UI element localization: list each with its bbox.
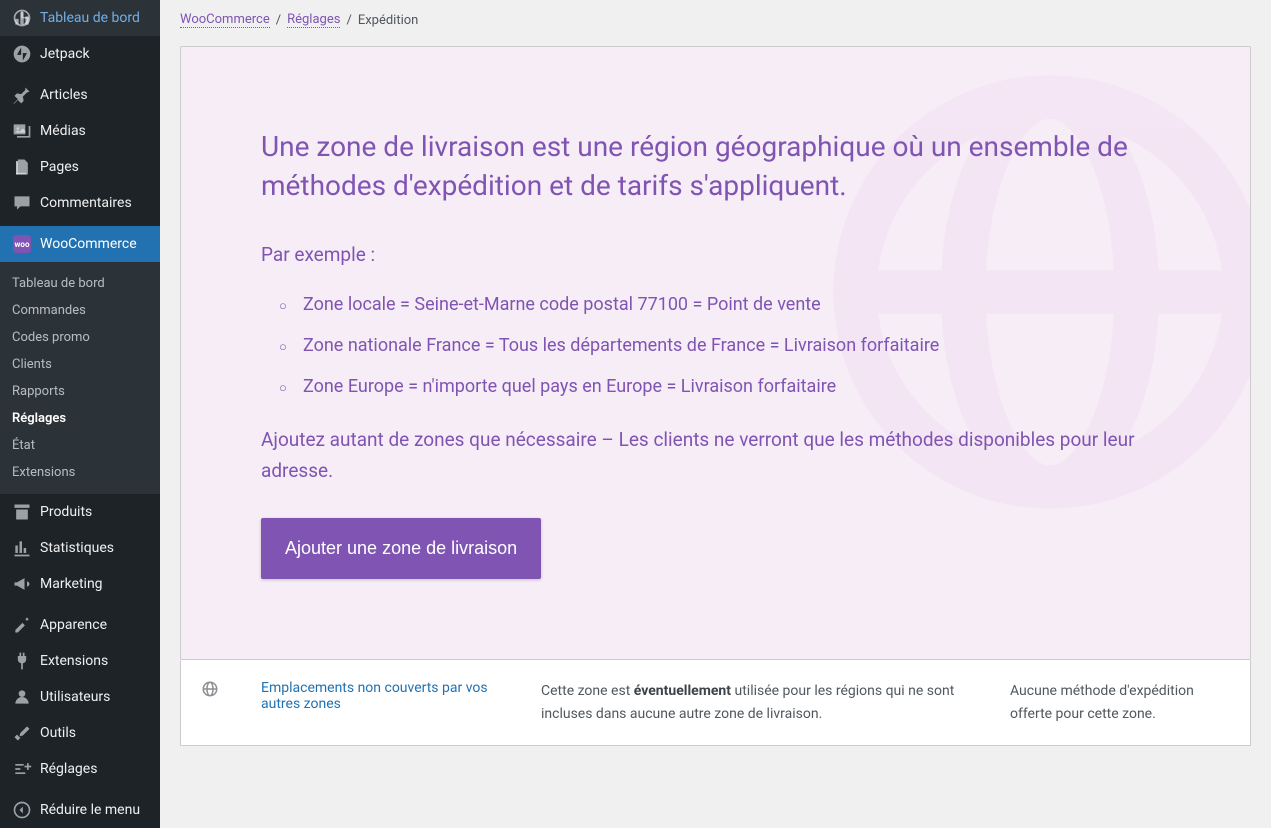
dashboard-icon — [12, 8, 32, 28]
submenu-item-dashboard[interactable]: Tableau de bord — [0, 270, 160, 297]
sidebar-label: Pages — [40, 159, 79, 175]
submenu-item-coupons[interactable]: Codes promo — [0, 324, 160, 351]
sidebar-item-users[interactable]: Utilisateurs — [0, 679, 160, 715]
sidebar-label: Jetpack — [40, 46, 90, 62]
info-example-label: Par exemple : — [261, 243, 1141, 266]
sidebar-item-dashboard[interactable]: Tableau de bord — [0, 0, 160, 36]
sidebar-item-settings[interactable]: Réglages — [0, 751, 160, 787]
shipping-info-card: Une zone de livraison est une région géo… — [180, 46, 1251, 660]
stats-icon — [12, 538, 32, 558]
sidebar-label: Statistiques — [40, 540, 114, 556]
megaphone-icon — [12, 574, 32, 594]
add-shipping-zone-button[interactable]: Ajouter une zone de livraison — [261, 518, 541, 579]
globe-icon — [201, 680, 221, 702]
woo-icon: woo — [12, 234, 32, 254]
comments-icon — [12, 193, 32, 213]
main-content: WooCommerce / Réglages / Expédition Une … — [160, 0, 1271, 828]
sidebar-item-marketing[interactable]: Marketing — [0, 566, 160, 602]
sidebar-label: Produits — [40, 504, 92, 520]
info-example-item: Zone Europe = n'importe quel pays en Eur… — [279, 376, 1141, 397]
info-paragraph: Ajoutez autant de zones que nécessaire –… — [261, 425, 1141, 486]
sidebar-label: Tableau de bord — [40, 10, 140, 26]
sidebar-item-posts[interactable]: Articles — [0, 77, 160, 113]
sidebar-item-plugins[interactable]: Extensions — [0, 643, 160, 679]
breadcrumb-current: Expédition — [358, 13, 419, 28]
sidebar-item-analytics[interactable]: Statistiques — [0, 530, 160, 566]
sidebar-label: Réduire le menu — [40, 802, 140, 818]
info-example-item: Zone nationale France = Tous les départe… — [279, 335, 1141, 356]
archive-icon — [12, 502, 32, 522]
plugins-icon — [12, 651, 32, 671]
breadcrumb-woocommerce[interactable]: WooCommerce — [180, 12, 270, 28]
sidebar-item-collapse[interactable]: Réduire le menu — [0, 792, 160, 828]
sidebar-item-jetpack[interactable]: Jetpack — [0, 36, 160, 72]
submenu-item-status[interactable]: État — [0, 432, 160, 459]
info-heading: Une zone de livraison est une région géo… — [261, 127, 1141, 205]
submenu-item-orders[interactable]: Commandes — [0, 297, 160, 324]
breadcrumb-settings[interactable]: Réglages — [287, 12, 340, 28]
zone-desc-col: Cette zone est éventuellement utilisée p… — [541, 680, 970, 725]
info-example-item: Zone locale = Seine-et-Marne code postal… — [279, 294, 1141, 315]
breadcrumb: WooCommerce / Réglages / Expédition — [180, 0, 1251, 40]
tools-icon — [12, 723, 32, 743]
breadcrumb-sep: / — [276, 13, 281, 28]
zone-name-col: Emplacements non couverts par vos autres… — [261, 680, 501, 712]
sidebar-item-appearance[interactable]: Apparence — [0, 607, 160, 643]
sidebar-label: Outils — [40, 725, 76, 741]
collapse-icon — [12, 800, 32, 820]
zone-desc-prefix: Cette zone est — [541, 683, 634, 699]
sidebar-label: Utilisateurs — [40, 689, 110, 705]
sidebar-item-woocommerce[interactable]: woo WooCommerce — [0, 226, 160, 262]
sidebar-label: Médias — [40, 123, 86, 139]
pin-icon — [12, 85, 32, 105]
submenu-item-settings[interactable]: Réglages — [0, 405, 160, 432]
sidebar-label: WooCommerce — [40, 236, 137, 252]
zone-desc-strong: éventuellement — [634, 683, 731, 699]
media-icon — [12, 121, 32, 141]
settings-icon — [12, 759, 32, 779]
sidebar-label: Réglages — [40, 761, 97, 777]
jetpack-icon — [12, 44, 32, 64]
sidebar-label: Articles — [40, 87, 88, 103]
zone-method-col: Aucune méthode d'expédition offerte pour… — [1010, 680, 1230, 725]
uncovered-zone-row: Emplacements non couverts par vos autres… — [180, 660, 1251, 746]
sidebar-item-pages[interactable]: Pages — [0, 149, 160, 185]
sidebar-item-tools[interactable]: Outils — [0, 715, 160, 751]
appearance-icon — [12, 615, 32, 635]
submenu-item-customers[interactable]: Clients — [0, 351, 160, 378]
submenu-item-extensions[interactable]: Extensions — [0, 459, 160, 486]
zone-name-link[interactable]: Emplacements non couverts par vos autres… — [261, 680, 488, 712]
sidebar-item-products[interactable]: Produits — [0, 494, 160, 530]
submenu-item-reports[interactable]: Rapports — [0, 378, 160, 405]
pages-icon — [12, 157, 32, 177]
sidebar-item-media[interactable]: Médias — [0, 113, 160, 149]
sidebar-label: Marketing — [40, 576, 103, 592]
sidebar-label: Extensions — [40, 653, 108, 669]
sidebar-label: Apparence — [40, 617, 107, 633]
sidebar-label: Commentaires — [40, 195, 132, 211]
breadcrumb-sep: / — [346, 13, 351, 28]
admin-sidebar: Tableau de bord Jetpack Articles Médias … — [0, 0, 160, 828]
users-icon — [12, 687, 32, 707]
sidebar-item-comments[interactable]: Commentaires — [0, 185, 160, 221]
woocommerce-submenu: Tableau de bord Commandes Codes promo Cl… — [0, 262, 160, 494]
info-examples-list: Zone locale = Seine-et-Marne code postal… — [279, 294, 1141, 397]
